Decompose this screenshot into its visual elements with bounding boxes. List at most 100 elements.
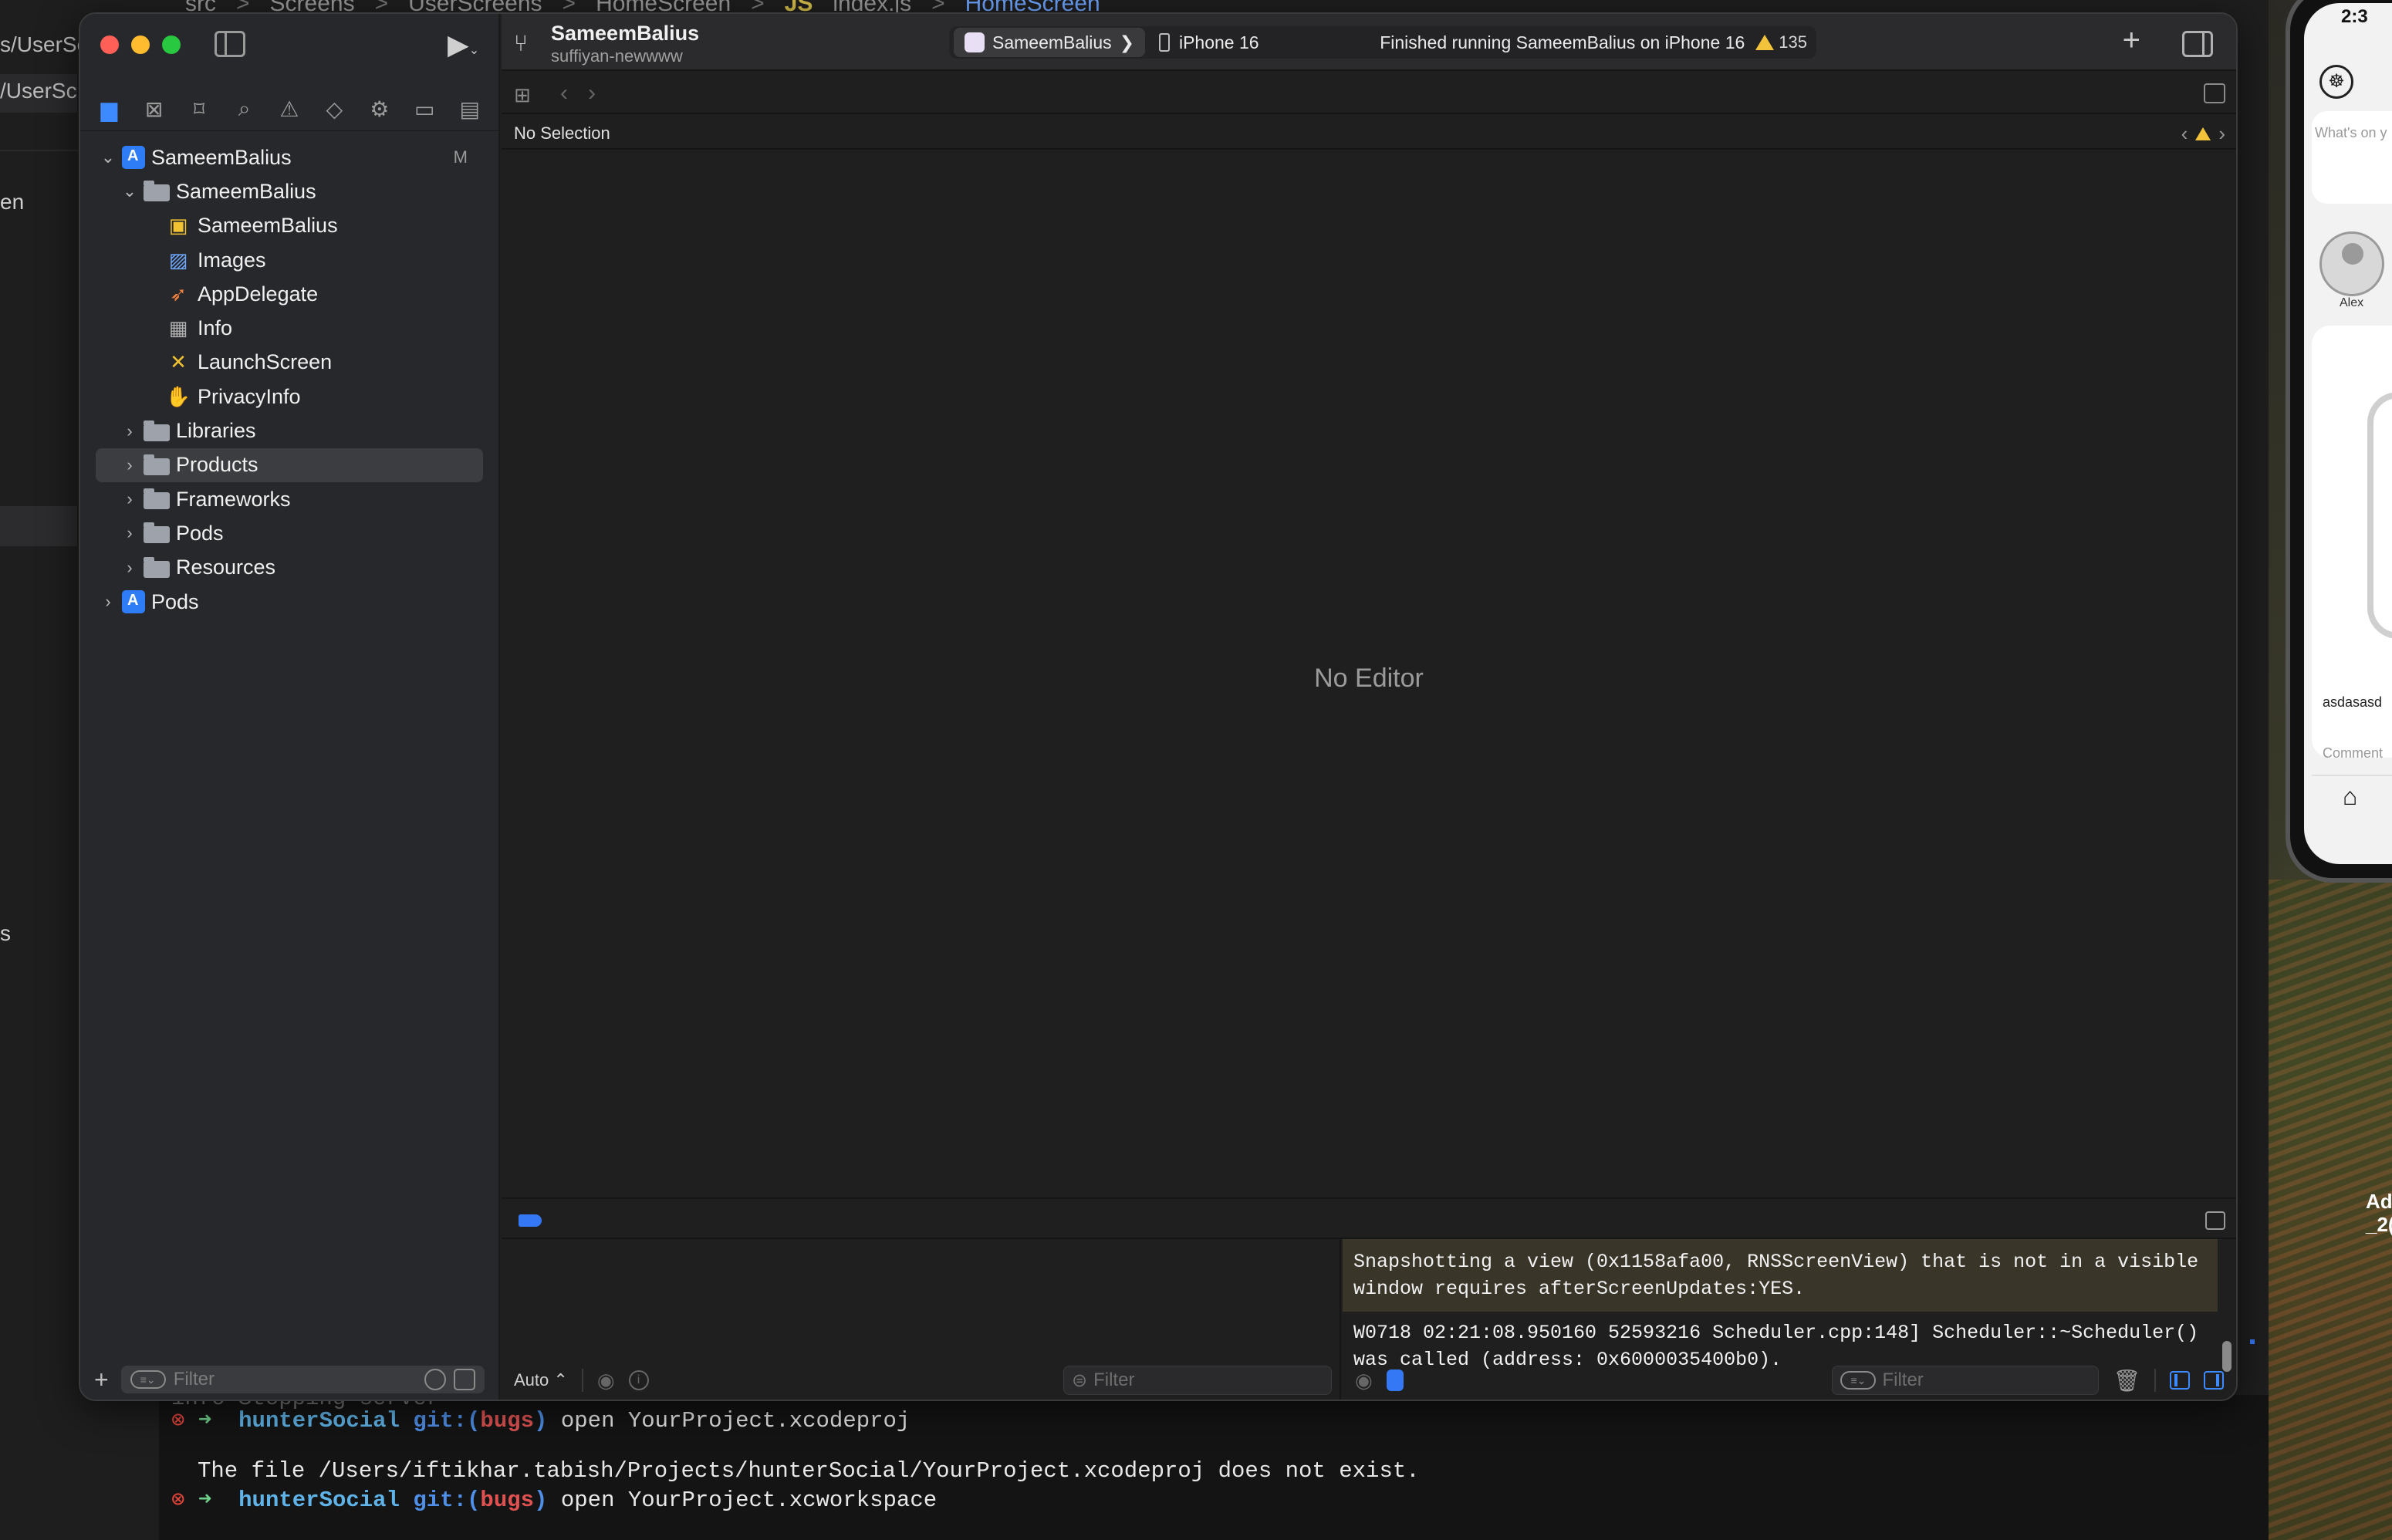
chevron-right-icon[interactable]: › — [99, 592, 117, 612]
tree-item-group[interactable]: ⌄ SameemBalius — [80, 174, 498, 208]
bookmark-icon[interactable]: ⌑ — [184, 94, 215, 125]
recent-files-icon[interactable] — [424, 1369, 446, 1390]
tree-item-project[interactable]: ⌄ SameemBalius M — [80, 140, 498, 174]
variables-mode-select[interactable]: Auto ⌃ — [514, 1370, 568, 1390]
console-output[interactable]: Snapshotting a view (0x1158afa00, RNSScr… — [1343, 1239, 2236, 1400]
tree-item-project[interactable]: › Pods — [80, 585, 498, 619]
add-file-button[interactable]: + — [94, 1366, 109, 1394]
show-console-pane-icon[interactable] — [2204, 1371, 2224, 1390]
home-icon[interactable]: ⌂ — [2343, 782, 2357, 811]
report-icon[interactable]: ▤ — [454, 94, 485, 125]
background-tab[interactable]: s/UserSc — [0, 32, 88, 57]
tree-item-group[interactable]: › Libraries — [80, 414, 498, 447]
add-editor-split-icon[interactable] — [2204, 83, 2225, 103]
test-diamond-icon[interactable]: ◇ — [319, 94, 350, 125]
branch-name[interactable]: suffiyan-newwww — [551, 46, 683, 66]
trash-icon[interactable]: 🗑 — [2113, 1368, 2140, 1393]
background-tab[interactable]: /UserSc — [0, 74, 77, 113]
chevron-right-icon[interactable]: › — [120, 421, 139, 441]
tree-item-file[interactable]: ▨ Images — [80, 243, 498, 277]
simulator-screen[interactable]: 2:3 ☸ What's on y Alex asdasasd Comment … — [2304, 3, 2392, 864]
hide-debug-area-icon[interactable] — [2205, 1211, 2225, 1230]
source-control-filter-icon[interactable] — [454, 1369, 475, 1390]
comment-input[interactable]: Comment — [2323, 745, 2383, 762]
related-items-grid-icon[interactable]: ⊞ — [514, 83, 531, 107]
sidebar-toggle-icon[interactable] — [215, 31, 245, 57]
eye-icon[interactable]: ◉ — [597, 1369, 615, 1393]
chevron-down-icon[interactable]: ⌄ — [99, 147, 117, 167]
tree-item-label: Pods — [176, 521, 224, 545]
source-control-icon[interactable]: ⊠ — [139, 94, 170, 125]
warning-icon[interactable] — [2195, 127, 2211, 140]
console-filter-field[interactable]: ≡⌄ Filter — [1832, 1366, 2100, 1395]
filter-options-icon[interactable]: ≡⌄ — [130, 1370, 166, 1389]
filter-placeholder: Filter — [1093, 1369, 1135, 1390]
project-navigator-folder-icon[interactable]: ▆ — [93, 94, 124, 125]
warning-count: 135 — [1779, 32, 1807, 52]
error-icon: ⊗ — [171, 1408, 185, 1434]
navigate-back-icon[interactable]: ‹ — [560, 80, 568, 106]
post-image[interactable] — [2367, 392, 2392, 639]
status-time: 2:3 — [2341, 6, 2368, 27]
tree-item-group[interactable]: › Pods — [80, 516, 498, 550]
variables-view[interactable]: Auto ⌃ ◉ i ⊜ Filter — [502, 1239, 1341, 1400]
console-toolbar: ◉ ≡⌄ Filter 🗑 — [1343, 1361, 2236, 1400]
minimize-window-button[interactable] — [131, 35, 150, 54]
branch-icon[interactable]: ⑂ — [514, 31, 528, 57]
tree-item-file[interactable]: ✕ LaunchScreen — [80, 346, 498, 380]
chevron-right-icon[interactable]: › — [120, 455, 139, 475]
tree-item-file[interactable]: ▦ Info — [80, 311, 498, 345]
filter-options-icon[interactable]: ≡⌄ — [1840, 1371, 1877, 1390]
next-issue-icon[interactable]: › — [2218, 122, 2225, 146]
app-logo-icon[interactable]: ☸ — [2319, 65, 2353, 99]
tree-item-group[interactable]: › Products — [96, 447, 483, 482]
debug-icon[interactable]: ⚙ — [364, 94, 395, 125]
inspector-toggle-icon[interactable] — [2182, 31, 2213, 57]
close-window-button[interactable] — [100, 35, 119, 54]
info-icon[interactable]: i — [628, 1370, 649, 1390]
previous-issue-icon[interactable]: ‹ — [2181, 122, 2188, 146]
show-variables-pane-icon[interactable] — [2170, 1371, 2190, 1390]
eye-icon[interactable]: ◉ — [1355, 1369, 1373, 1393]
tree-item-group[interactable]: › Frameworks — [80, 482, 498, 516]
editor-area[interactable]: No Editor — [502, 151, 2236, 1197]
breakpoints-toggle-icon[interactable] — [519, 1214, 542, 1227]
tree-item-file[interactable]: ➶ AppDelegate — [80, 277, 498, 311]
breakpoint-icon[interactable]: ▭ — [409, 94, 440, 125]
filter-icon: ⊜ — [1072, 1369, 1088, 1391]
app-target-icon: ▣ — [168, 214, 188, 238]
project-title[interactable]: SameemBalius — [551, 22, 699, 46]
jump-bar-selection[interactable]: No Selection — [514, 123, 610, 144]
tree-item-file[interactable]: ▣ SameemBalius — [80, 209, 498, 243]
chevron-right-icon[interactable]: › — [120, 558, 139, 578]
divider — [2154, 1369, 2156, 1392]
simulator-device[interactable]: 2:3 ☸ What's on y Alex asdasasd Comment … — [2286, 0, 2392, 883]
composer-placeholder[interactable]: What's on y — [2315, 125, 2387, 141]
variables-filter-field[interactable]: ⊜ Filter — [1063, 1366, 1332, 1395]
chevron-right-icon[interactable]: › — [120, 523, 139, 543]
run-destination-selector[interactable]: iPhone 16 — [1158, 32, 1259, 53]
zoom-window-button[interactable] — [162, 35, 181, 54]
scheme-selector[interactable]: SameemBalius ❯ — [954, 28, 1145, 57]
chevron-right-icon[interactable]: › — [120, 489, 139, 509]
console-options-toggle-icon[interactable] — [1386, 1369, 1404, 1391]
folder-icon — [144, 522, 170, 544]
navigator-filter-field[interactable]: ≡⌄ Filter — [120, 1366, 485, 1393]
navigate-forward-icon[interactable]: › — [588, 80, 596, 106]
library-add-button[interactable]: + — [2123, 23, 2140, 58]
swift-file-icon: ➶ — [170, 282, 187, 306]
run-button[interactable]: ▶⌄ — [448, 31, 479, 65]
issue-warning-icon[interactable]: ⚠ — [274, 94, 305, 125]
avatar[interactable] — [2319, 231, 2384, 296]
tree-item-label: PrivacyInfo — [198, 384, 301, 408]
terminal-command: open YourProject.xcodeproj — [560, 1408, 911, 1434]
tree-item-file[interactable]: ✋ PrivacyInfo — [80, 380, 498, 414]
terminal-panel[interactable]: info Stopping server ⊗ ➜ hunterSocial gi… — [159, 1386, 2284, 1540]
background-sidebar-text: s — [0, 921, 11, 945]
xcode-window[interactable]: ▶⌄ ▆ ⊠ ⌑ ⌕ ⚠ ◇ ⚙ ▭ ▤ ⌄ SameemBalius M ⌄ … — [79, 12, 2238, 1401]
chevron-down-icon[interactable]: ⌄ — [120, 181, 139, 201]
search-icon[interactable]: ⌕ — [229, 94, 260, 125]
run-status-text: Finished running SameemBalius on iPhone … — [1380, 32, 1745, 52]
warnings-indicator[interactable]: 135 — [1755, 32, 1807, 52]
tree-item-group[interactable]: › Resources — [80, 551, 498, 585]
